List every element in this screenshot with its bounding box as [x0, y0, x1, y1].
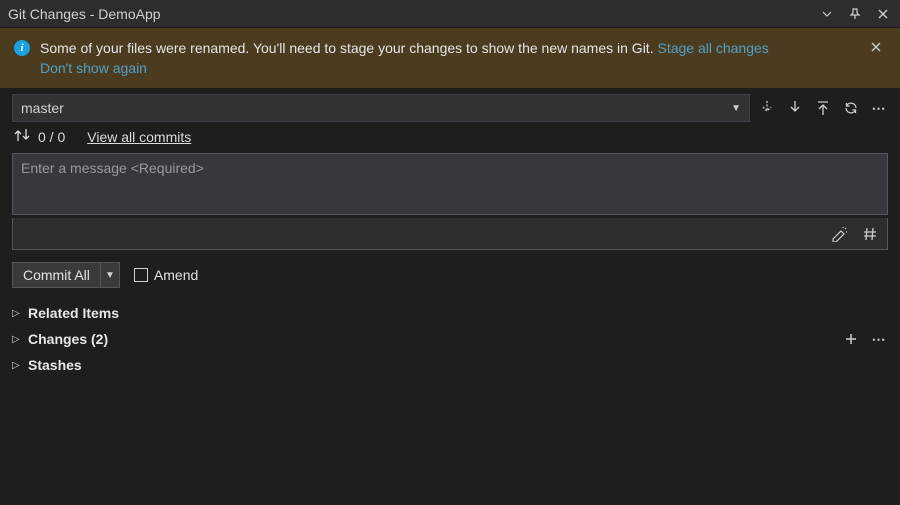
- hash-icon[interactable]: [861, 225, 879, 243]
- commit-all-dropdown[interactable]: ▼: [101, 263, 119, 287]
- checkbox-icon: [134, 268, 148, 282]
- commit-actions-row: Commit All ▼ Amend: [0, 250, 900, 298]
- commit-message-input[interactable]: [12, 153, 888, 215]
- section-label: Stashes: [28, 357, 82, 373]
- branch-name: master: [21, 100, 64, 116]
- fetch-icon[interactable]: [758, 99, 776, 117]
- expand-icon: ▷: [12, 334, 22, 345]
- chevron-down-icon: ▼: [731, 103, 741, 114]
- sync-icon[interactable]: [842, 99, 860, 117]
- amend-checkbox[interactable]: Amend: [134, 267, 198, 283]
- notification-message: Some of your files were renamed. You'll …: [40, 40, 657, 56]
- commits-status-row: 0 / 0 View all commits: [0, 126, 900, 153]
- dont-show-again-link[interactable]: Don't show again: [40, 60, 147, 76]
- changes-sections: ▷ Related Items ▷ Changes (2) ⋯ ▷ Stashe…: [0, 298, 900, 380]
- section-related-items[interactable]: ▷ Related Items: [12, 300, 888, 326]
- expand-icon: ▷: [12, 360, 22, 371]
- commit-counts: 0 / 0: [38, 129, 65, 145]
- section-label: Changes (2): [28, 331, 108, 347]
- rename-notification: i Some of your files were renamed. You'l…: [0, 28, 900, 88]
- commit-all-split-button: Commit All ▼: [12, 262, 120, 288]
- incoming-outgoing-icon: [14, 128, 30, 145]
- amend-label: Amend: [154, 267, 198, 283]
- stage-all-link[interactable]: Stage all changes: [657, 40, 768, 56]
- dropdown-icon[interactable]: [818, 5, 836, 23]
- more-icon[interactable]: ⋯: [870, 99, 888, 117]
- branch-selector[interactable]: master ▼: [12, 94, 750, 122]
- pin-icon[interactable]: [846, 5, 864, 23]
- view-all-commits-link[interactable]: View all commits: [87, 129, 191, 145]
- commit-message-toolbar: [12, 218, 888, 250]
- window-title: Git Changes - DemoApp: [8, 6, 818, 22]
- sync-toolbar: ⋯: [758, 99, 888, 117]
- ai-suggest-icon[interactable]: [831, 225, 849, 243]
- commit-message-area: [0, 153, 900, 250]
- section-stashes[interactable]: ▷ Stashes: [12, 352, 888, 378]
- changes-section-actions: ⋯: [842, 330, 888, 348]
- info-icon: i: [14, 40, 30, 56]
- titlebar: Git Changes - DemoApp: [0, 0, 900, 28]
- notification-close-icon[interactable]: [866, 38, 886, 58]
- close-icon[interactable]: [874, 5, 892, 23]
- notification-body: Some of your files were renamed. You'll …: [40, 38, 856, 78]
- section-label: Related Items: [28, 305, 119, 321]
- branch-toolbar: master ▼ ⋯: [0, 88, 900, 126]
- section-changes[interactable]: ▷ Changes (2) ⋯: [12, 326, 888, 352]
- changes-more-icon[interactable]: ⋯: [870, 330, 888, 348]
- titlebar-controls: [818, 5, 892, 23]
- stage-all-icon[interactable]: [842, 330, 860, 348]
- commit-all-button[interactable]: Commit All: [13, 263, 101, 287]
- push-icon[interactable]: [814, 99, 832, 117]
- pull-icon[interactable]: [786, 99, 804, 117]
- expand-icon: ▷: [12, 308, 22, 319]
